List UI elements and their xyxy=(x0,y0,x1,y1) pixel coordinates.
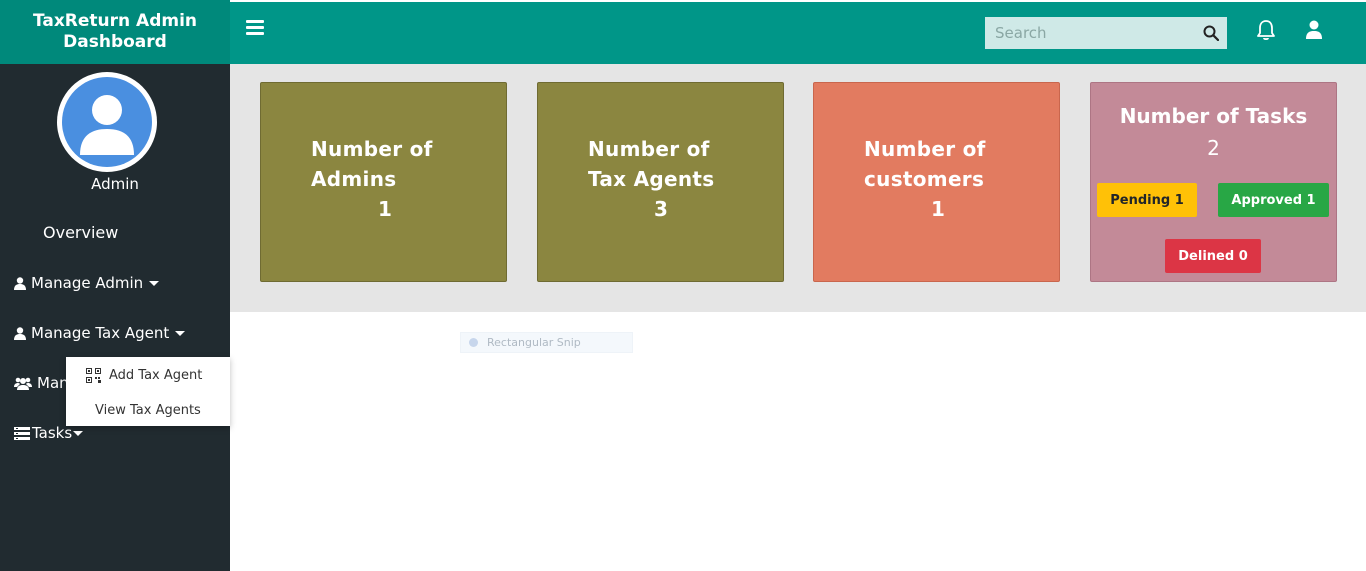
approved-badge[interactable]: Approved 1 xyxy=(1218,183,1329,217)
sidebar-item-manage-tax-agent[interactable]: Manage Tax Agent xyxy=(14,324,186,342)
avatar[interactable] xyxy=(57,72,157,172)
card-count: 2 xyxy=(1207,136,1220,160)
avatar-user-icon xyxy=(62,77,152,167)
user-icon xyxy=(14,276,26,290)
list-icon xyxy=(14,426,30,440)
caret-down-icon xyxy=(149,280,160,286)
card-title: Number of Tax Agents xyxy=(588,137,715,191)
customers-card[interactable]: Number of customers 1 xyxy=(813,82,1060,282)
user-icon xyxy=(14,326,26,340)
dropdown-item-label: View Tax Agents xyxy=(95,402,201,418)
caret-down-icon xyxy=(73,430,84,436)
avatar-label: Admin xyxy=(91,175,139,193)
search-box xyxy=(985,17,1227,49)
card-title: Number of Admins xyxy=(311,137,433,191)
sidebar-item-label: Man xyxy=(37,374,69,392)
search-icon[interactable] xyxy=(1203,25,1219,41)
dropdown-item-label: Add Tax Agent xyxy=(109,367,203,383)
card-count: 1 xyxy=(378,197,392,221)
tasks-card[interactable]: Number of Tasks 2 Pending 1 Approved 1 D… xyxy=(1090,82,1337,282)
sidebar: TaxReturn Admin Dashboard Admin Overview… xyxy=(0,0,230,571)
add-tax-agent-item[interactable]: Add Tax Agent xyxy=(66,365,230,385)
user-icon[interactable] xyxy=(1303,19,1325,41)
bell-icon[interactable] xyxy=(1255,19,1277,41)
pending-badge[interactable]: Pending 1 xyxy=(1097,183,1197,217)
declined-badge[interactable]: Delined 0 xyxy=(1165,239,1261,273)
tax-agent-dropdown: Add Tax Agent View Tax Agents xyxy=(66,357,230,426)
search-input[interactable] xyxy=(985,17,1197,49)
stats-section: Number of Admins 1 Number of Tax Agents … xyxy=(230,64,1366,312)
snip-overlay: Rectangular Snip xyxy=(460,332,633,353)
sidebar-item-label: Manage Admin xyxy=(31,274,144,292)
caret-down-icon xyxy=(175,330,186,336)
brand-title[interactable]: TaxReturn Admin Dashboard xyxy=(0,0,230,64)
sidebar-item-overview[interactable]: Overview xyxy=(43,223,118,242)
sidebar-item-label: Manage Tax Agent xyxy=(31,324,170,342)
snip-label: Rectangular Snip xyxy=(487,336,581,349)
qr-grid-icon xyxy=(86,367,101,383)
sidebar-item-manage-admin[interactable]: Manage Admin xyxy=(14,274,160,292)
menu-icon[interactable] xyxy=(246,20,264,36)
card-title: Number of customers xyxy=(864,137,986,191)
users-icon xyxy=(14,377,32,390)
snip-icon xyxy=(469,338,478,347)
sidebar-item-label: Overview xyxy=(43,223,119,242)
sidebar-item-label: Tasks xyxy=(32,424,73,442)
top-bar xyxy=(230,0,1366,64)
card-count: 3 xyxy=(654,197,668,221)
view-tax-agents-item[interactable]: View Tax Agents xyxy=(66,400,230,420)
sidebar-item-tasks[interactable]: Tasks xyxy=(14,424,84,442)
card-count: 1 xyxy=(931,197,945,221)
admins-card[interactable]: Number of Admins 1 xyxy=(260,82,507,282)
sidebar-item-manage-customers[interactable]: Man xyxy=(14,374,69,392)
tax-agents-card[interactable]: Number of Tax Agents 3 xyxy=(537,82,784,282)
card-title: Number of Tasks xyxy=(1119,104,1308,128)
